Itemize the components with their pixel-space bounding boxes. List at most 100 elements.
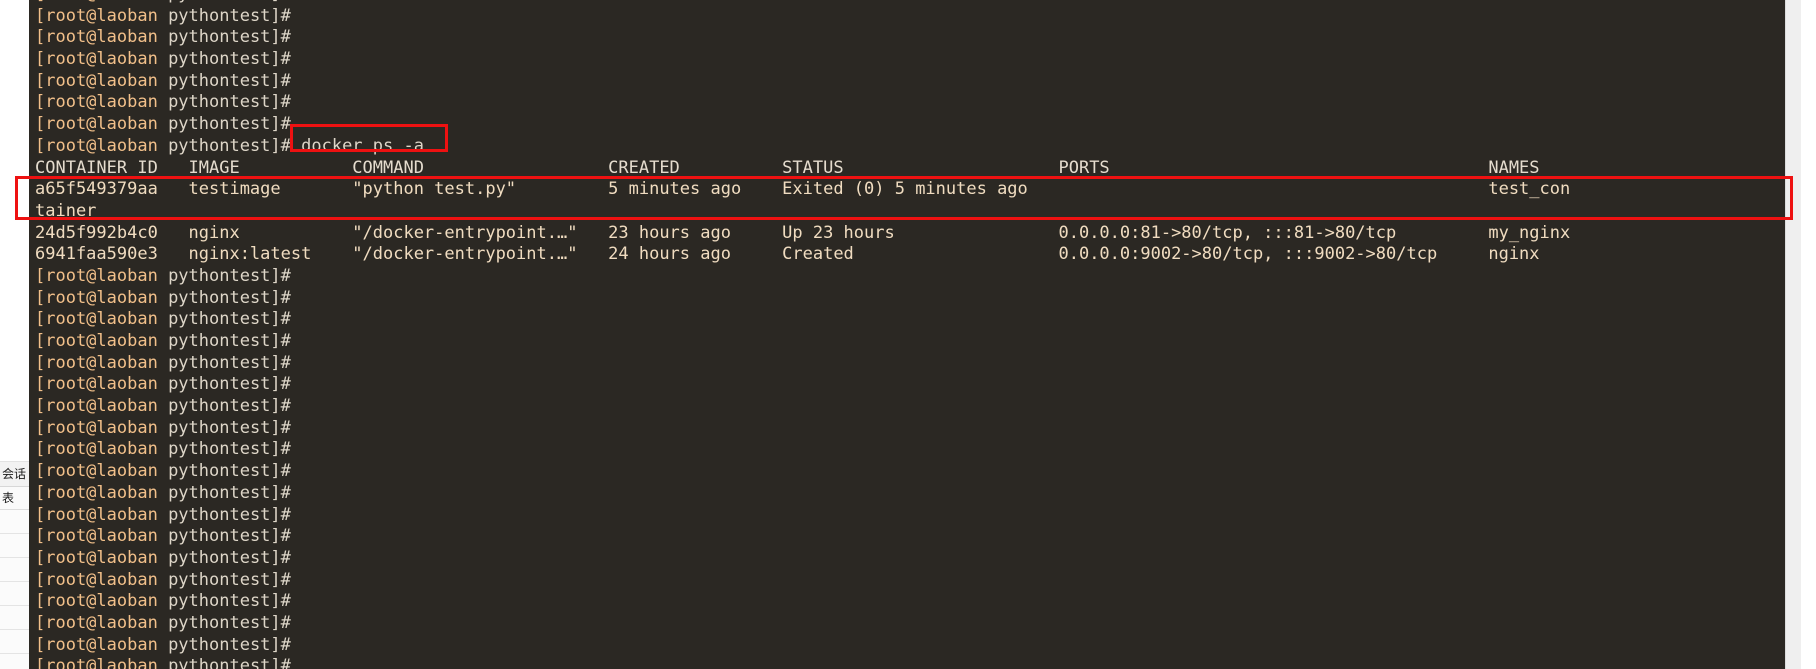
prompt-path: pythontest]# — [168, 0, 291, 4]
docker-ps-row-wrap: tainer — [35, 200, 97, 221]
prompt-path: pythontest]# — [168, 92, 291, 113]
docker-ps-row: a65f549379aa testimage "python test.py" … — [35, 179, 1571, 200]
session-list-header: 会话 — [0, 462, 29, 487]
prompt-line: [root@laoban pythontest]# — [35, 374, 1801, 396]
prompt-path: pythontest]# — [168, 417, 291, 438]
prompt-user: [root@laoban — [35, 634, 169, 655]
prompt-line: [root@laoban pythontest]# — [35, 548, 1801, 570]
prompt-path: pythontest]# — [168, 634, 291, 655]
prompt-path: pythontest]# — [168, 612, 291, 633]
prompt-line: [root@laoban pythontest]# — [35, 656, 1801, 669]
docker-ps-row: 24d5f992b4c0 nginx "/docker-entrypoint.…… — [35, 222, 1571, 243]
prompt-line: [root@laoban pythontest]# — [35, 635, 1801, 657]
prompt-line: [root@laoban pythontest]# — [35, 114, 1801, 136]
prompt-line: [root@laoban pythontest]# — [35, 418, 1801, 440]
session-sidebar[interactable]: 会话 表 — [0, 0, 30, 669]
prompt-path: pythontest]# — [168, 5, 291, 26]
prompt-path: pythontest]# — [168, 114, 291, 135]
prompt-path: pythontest]# — [168, 656, 291, 669]
prompt-path: pythontest]# — [168, 135, 291, 156]
prompt-path: pythontest]# — [168, 331, 291, 351]
terminal-scrollbar[interactable] — [1785, 0, 1801, 669]
session-list-item[interactable] — [0, 582, 29, 606]
session-list-item[interactable] — [0, 606, 29, 630]
prompt-user: [root@laoban — [35, 656, 169, 669]
terminal-text: [root@laoban pythontest]# [root@laoban py… — [29, 0, 1801, 669]
prompt-user: [root@laoban — [35, 309, 169, 330]
prompt-line: [root@laoban pythontest]# — [35, 570, 1801, 592]
prompt-path: pythontest]# — [168, 461, 291, 482]
session-list-item[interactable] — [0, 630, 29, 654]
session-tree-area[interactable] — [0, 0, 29, 462]
prompt-line: [root@laoban pythontest]# — [35, 439, 1801, 461]
prompt-line: [root@laoban pythontest]# — [35, 92, 1801, 114]
prompt-user: [root@laoban — [35, 287, 169, 308]
prompt-user: [root@laoban — [35, 482, 169, 503]
prompt-user: [root@laoban — [35, 135, 169, 156]
prompt-line: [root@laoban pythontest]# — [35, 288, 1801, 310]
prompt-path: pythontest]# — [168, 27, 291, 48]
prompt-line: [root@laoban pythontest]# — [35, 461, 1801, 483]
terminal-output-pane[interactable]: [root@laoban pythontest]# [root@laoban py… — [29, 0, 1801, 669]
prompt-line: [root@laoban pythontest]# — [35, 49, 1801, 71]
prompt-path: pythontest]# — [168, 287, 291, 308]
prompt-user: [root@laoban — [35, 265, 169, 286]
prompt-user: [root@laoban — [35, 374, 169, 395]
session-list-item[interactable] — [0, 510, 29, 534]
prompt-user: [root@laoban — [35, 27, 169, 48]
prompt-path: pythontest]# — [168, 374, 291, 395]
prompt-user: [root@laoban — [35, 417, 169, 438]
prompt-path: pythontest]# — [168, 49, 291, 70]
prompt-user: [root@laoban — [35, 612, 169, 633]
prompt-line: [root@laoban pythontest]# — [35, 483, 1801, 505]
session-list-subheader: 表 — [0, 487, 29, 510]
docker-ps-row: 6941faa590e3 nginx:latest "/docker-entry… — [35, 244, 1540, 265]
prompt-path: pythontest]# — [168, 309, 291, 330]
prompt-user: [root@laoban — [35, 439, 169, 460]
prompt-path: pythontest]# — [168, 591, 291, 612]
prompt-path: pythontest]# — [168, 547, 291, 568]
prompt-path: pythontest]# — [168, 396, 291, 417]
prompt-user: [root@laoban — [35, 352, 169, 373]
prompt-line: [root@laoban pythontest]# — [35, 27, 1801, 49]
prompt-user: [root@laoban — [35, 591, 169, 612]
prompt-line: [root@laoban pythontest]# — [35, 505, 1801, 527]
prompt-line: [root@laoban pythontest]# — [35, 266, 1801, 288]
prompt-user: [root@laoban — [35, 49, 169, 70]
prompt-user: [root@laoban — [35, 114, 169, 135]
prompt-user: [root@laoban — [35, 5, 169, 26]
prompt-user: [root@laoban — [35, 70, 169, 91]
docker-ps-header-row: CONTAINER ID IMAGE COMMAND CREATED STATU… — [35, 157, 1540, 178]
prompt-user: [root@laoban — [35, 331, 169, 351]
terminal-window: 会话 表 [root@laoban pythontest]# [root@laob… — [0, 0, 1816, 669]
command-prompt-line: [root@laoban pythontest]# docker ps -a — [35, 136, 1801, 158]
prompt-user: [root@laoban — [35, 569, 169, 590]
prompt-line: [root@laoban pythontest]# — [35, 613, 1801, 635]
prompt-line: [root@laoban pythontest]# — [35, 309, 1801, 331]
prompt-path: pythontest]# — [168, 352, 291, 373]
prompt-path: pythontest]# — [168, 504, 291, 525]
prompt-user: [root@laoban — [35, 504, 169, 525]
prompt-line: [root@laoban pythontest]# — [35, 71, 1801, 93]
prompt-line: [root@laoban pythontest]# — [35, 526, 1801, 548]
prompt-path: pythontest]# — [168, 482, 291, 503]
session-list-item[interactable] — [0, 654, 29, 669]
typed-command: docker ps -a — [290, 135, 424, 156]
prompt-path: pythontest]# — [168, 439, 291, 460]
prompt-path: pythontest]# — [168, 70, 291, 91]
prompt-line: [root@laoban pythontest]# — [35, 331, 1801, 353]
prompt-path: pythontest]# — [168, 265, 291, 286]
session-list-item[interactable] — [0, 534, 29, 558]
prompt-line: [root@laoban pythontest]# — [35, 353, 1801, 375]
prompt-user: [root@laoban — [35, 0, 168, 4]
prompt-path: pythontest]# — [168, 569, 291, 590]
prompt-user: [root@laoban — [35, 396, 169, 417]
prompt-user: [root@laoban — [35, 461, 169, 482]
prompt-line: [root@laoban pythontest]# — [35, 591, 1801, 613]
prompt-user: [root@laoban — [35, 547, 169, 568]
prompt-line: [root@laoban pythontest]# — [35, 396, 1801, 418]
prompt-line: [root@laoban pythontest]# — [35, 6, 1801, 28]
prompt-path: pythontest]# — [168, 526, 291, 547]
session-list-item[interactable] — [0, 558, 29, 582]
prompt-user: [root@laoban — [35, 92, 169, 113]
